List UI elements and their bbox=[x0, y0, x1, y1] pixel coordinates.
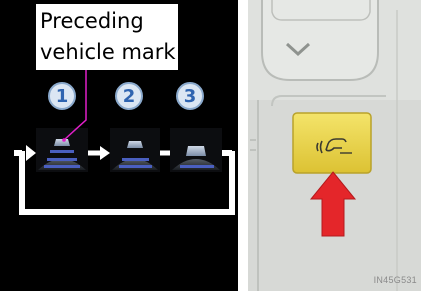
distance-button bbox=[292, 112, 372, 174]
arrow-right-icon bbox=[100, 146, 110, 160]
cycle-arrow-1 bbox=[26, 145, 36, 161]
display-medium-distance bbox=[110, 128, 160, 172]
preceding-vehicle-icon bbox=[54, 139, 70, 146]
figure-code: IN45G531 bbox=[373, 275, 417, 285]
illustration: Preceding vehicle mark 1 2 3 IN45G531 bbox=[0, 0, 421, 291]
diagram-graphics bbox=[14, 0, 421, 291]
panel-divider bbox=[238, 0, 248, 291]
display-short-distance bbox=[170, 128, 222, 172]
display-long-distance bbox=[36, 128, 88, 172]
switch-top-housing bbox=[261, 0, 379, 81]
